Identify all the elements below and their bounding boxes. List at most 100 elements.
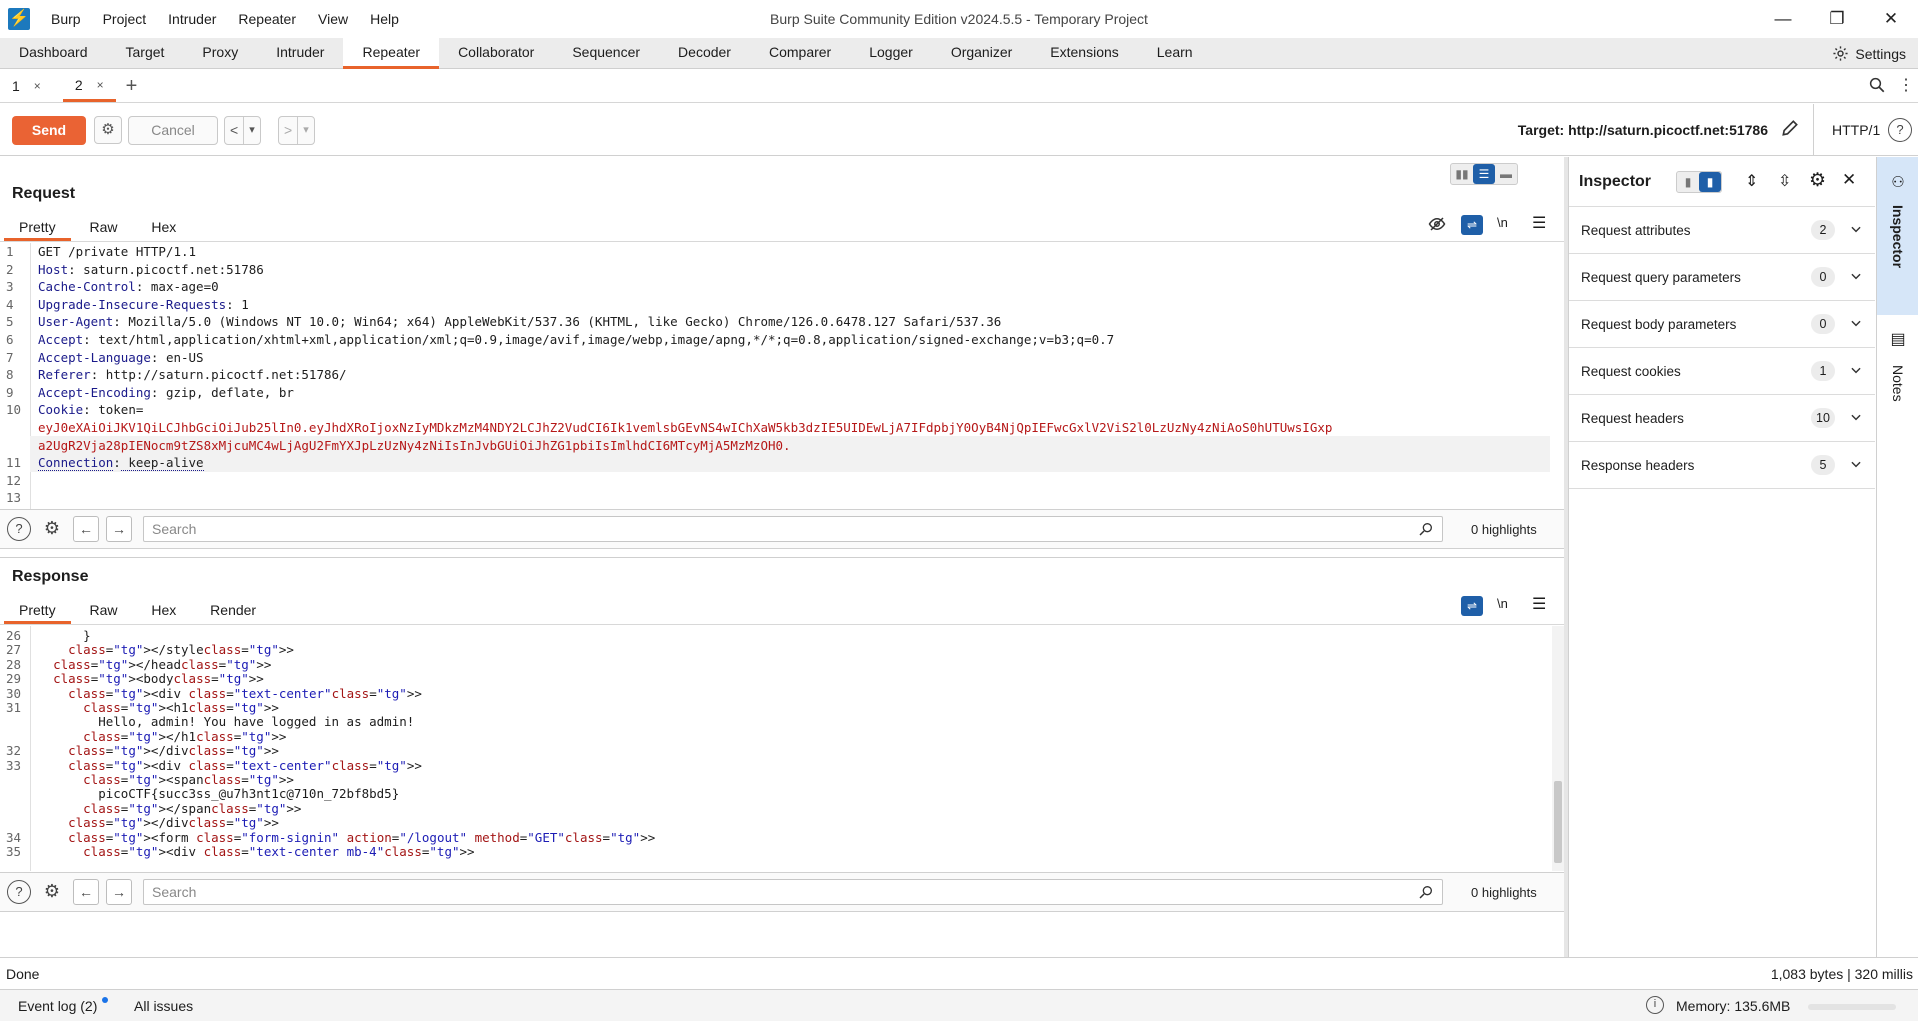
response-tab-raw[interactable]: Raw bbox=[74, 598, 132, 624]
tab-collaborator[interactable]: Collaborator bbox=[439, 38, 553, 69]
send-button[interactable]: Send bbox=[12, 116, 86, 145]
hide-nonprintable-eye-icon[interactable] bbox=[1428, 215, 1450, 237]
edit-target-pencil-icon[interactable] bbox=[1780, 118, 1802, 140]
more-options-icon[interactable]: ⋮ bbox=[1898, 76, 1914, 96]
show-newlines-toggle[interactable]: \n bbox=[1497, 596, 1508, 611]
inspector-section[interactable]: Response headers 5 bbox=[1569, 442, 1875, 489]
scrollbar-thumb[interactable] bbox=[1554, 781, 1562, 863]
response-search-input[interactable]: Search bbox=[143, 879, 1443, 905]
arrow-right-icon[interactable]: → bbox=[106, 879, 132, 905]
help-icon[interactable]: ? bbox=[1888, 118, 1912, 142]
history-back-button[interactable]: < bbox=[225, 117, 243, 144]
search-settings-gear-icon[interactable]: ⚙ bbox=[39, 879, 65, 905]
search-icon[interactable] bbox=[1868, 76, 1888, 96]
chevron-down-icon[interactable] bbox=[1849, 222, 1863, 239]
response-tab-pretty[interactable]: Pretty bbox=[4, 598, 71, 624]
tab-target[interactable]: Target bbox=[107, 38, 184, 69]
repeater-tab-1[interactable]: 1 × bbox=[0, 70, 53, 102]
close-tab-icon[interactable]: × bbox=[97, 78, 104, 92]
request-editor[interactable]: 1 GET /private HTTP/1.1 2 Host: saturn.pico… bbox=[0, 243, 1566, 509]
chevron-down-icon[interactable]: ▾ bbox=[243, 117, 260, 144]
response-tab-hex[interactable]: Hex bbox=[136, 598, 191, 624]
tab-comparer[interactable]: Comparer bbox=[750, 38, 850, 69]
menu-help[interactable]: Help bbox=[359, 0, 410, 38]
request-tab-pretty[interactable]: Pretty bbox=[4, 215, 71, 241]
wrap-lines-icon[interactable]: ⇌ bbox=[1461, 596, 1483, 616]
scrollbar-track[interactable] bbox=[1552, 626, 1564, 871]
inspector-section[interactable]: Request body parameters 0 bbox=[1569, 301, 1875, 348]
inspector-section[interactable]: Request cookies 1 bbox=[1569, 348, 1875, 395]
arrow-left-icon[interactable]: ← bbox=[73, 516, 99, 542]
show-newlines-toggle[interactable]: \n bbox=[1497, 215, 1508, 230]
arrow-left-icon[interactable]: ← bbox=[73, 879, 99, 905]
response-editor[interactable]: 26 } 27 class="tg"></styleclass="tg">> 28 … bbox=[0, 626, 1566, 871]
editor-menu-icon[interactable]: ☰ bbox=[1532, 213, 1546, 233]
rail-tab-notes[interactable]: ▤ Notes bbox=[1877, 329, 1918, 449]
inspector-section[interactable]: Request headers 10 bbox=[1569, 395, 1875, 442]
tab-extensions[interactable]: Extensions bbox=[1031, 38, 1137, 69]
inspector-section[interactable]: Request query parameters 0 bbox=[1569, 254, 1875, 301]
tab-proxy[interactable]: Proxy bbox=[183, 38, 257, 69]
inspector-section[interactable]: Request attributes 2 bbox=[1569, 207, 1875, 254]
close-button[interactable]: ✕ bbox=[1866, 0, 1916, 38]
tab-logger[interactable]: Logger bbox=[850, 38, 932, 69]
request-tab-raw[interactable]: Raw bbox=[74, 215, 132, 241]
chevron-down-icon[interactable]: ▾ bbox=[297, 117, 314, 144]
history-forward-button[interactable]: > bbox=[279, 117, 297, 144]
wrap-lines-icon[interactable]: ⇌ bbox=[1461, 215, 1483, 235]
rail-notes-label: Notes bbox=[1890, 365, 1906, 402]
minimize-button[interactable]: — bbox=[1758, 0, 1808, 38]
layout-stacked-icon[interactable]: ☰ bbox=[1473, 164, 1495, 184]
request-line: Connection: keep-alive bbox=[38, 455, 204, 472]
count-badge: 0 bbox=[1811, 267, 1835, 287]
rail-tab-inspector[interactable]: ⚇ Inspector bbox=[1877, 157, 1918, 315]
menu-repeater[interactable]: Repeater bbox=[227, 0, 307, 38]
help-icon[interactable]: ? bbox=[7, 880, 31, 904]
tab-learn[interactable]: Learn bbox=[1138, 38, 1212, 69]
history-back-group[interactable]: < ▾ bbox=[224, 116, 261, 145]
close-tab-icon[interactable]: × bbox=[34, 79, 41, 93]
tab-decoder[interactable]: Decoder bbox=[659, 38, 750, 69]
layout-tabs-icon[interactable]: ▬ bbox=[1495, 164, 1517, 184]
inspector-settings-gear-icon[interactable]: ⚙ bbox=[1809, 169, 1826, 192]
tab-sequencer[interactable]: Sequencer bbox=[553, 38, 659, 69]
expand-all-icon[interactable]: ⇕ bbox=[1745, 171, 1758, 191]
add-tab-button[interactable]: + bbox=[116, 75, 148, 98]
tab-dashboard[interactable]: Dashboard bbox=[0, 38, 107, 69]
chevron-down-icon[interactable] bbox=[1849, 269, 1863, 286]
arrow-right-icon[interactable]: → bbox=[106, 516, 132, 542]
layout-left-icon[interactable]: ▮ bbox=[1677, 172, 1699, 192]
menu-intruder[interactable]: Intruder bbox=[157, 0, 227, 38]
search-settings-gear-icon[interactable]: ⚙ bbox=[39, 516, 65, 542]
menu-view[interactable]: View bbox=[307, 0, 359, 38]
tab-repeater[interactable]: Repeater bbox=[343, 37, 440, 69]
layout-side-by-side-icon[interactable]: ▮▮ bbox=[1451, 164, 1473, 184]
request-tab-hex[interactable]: Hex bbox=[136, 215, 191, 241]
chevron-down-icon[interactable] bbox=[1849, 363, 1863, 380]
inspector-section-label: Response headers bbox=[1581, 457, 1695, 473]
all-issues-link[interactable]: All issues bbox=[134, 998, 193, 1014]
repeater-tab-2[interactable]: 2 × bbox=[62, 70, 116, 102]
chevron-down-icon[interactable] bbox=[1849, 316, 1863, 333]
tab-intruder[interactable]: Intruder bbox=[257, 38, 343, 69]
response-tab-render[interactable]: Render bbox=[195, 598, 271, 624]
collapse-all-icon[interactable]: ⇳ bbox=[1778, 171, 1791, 191]
restore-button[interactable]: ❐ bbox=[1812, 0, 1862, 38]
history-forward-group[interactable]: > ▾ bbox=[278, 116, 315, 145]
menu-burp[interactable]: Burp bbox=[40, 0, 92, 38]
menu-project[interactable]: Project bbox=[92, 0, 158, 38]
send-settings-gear-icon[interactable]: ⚙ bbox=[94, 116, 122, 144]
chevron-down-icon[interactable] bbox=[1849, 457, 1863, 474]
editor-menu-icon[interactable]: ☰ bbox=[1532, 594, 1546, 614]
event-log-link[interactable]: Event log (2) bbox=[18, 998, 97, 1014]
line-number: 6 bbox=[6, 332, 14, 347]
request-search-input[interactable]: Search bbox=[143, 516, 1443, 542]
http-version-toggle[interactable]: HTTP/1 bbox=[1813, 104, 1880, 156]
settings-button[interactable]: Settings bbox=[1832, 38, 1906, 69]
close-inspector-icon[interactable]: ✕ bbox=[1842, 170, 1856, 190]
chevron-down-icon[interactable] bbox=[1849, 410, 1863, 427]
cancel-button[interactable]: Cancel bbox=[128, 116, 218, 145]
layout-right-icon[interactable]: ▮ bbox=[1699, 172, 1721, 192]
help-icon[interactable]: ? bbox=[7, 517, 31, 541]
tab-organizer[interactable]: Organizer bbox=[932, 38, 1031, 69]
